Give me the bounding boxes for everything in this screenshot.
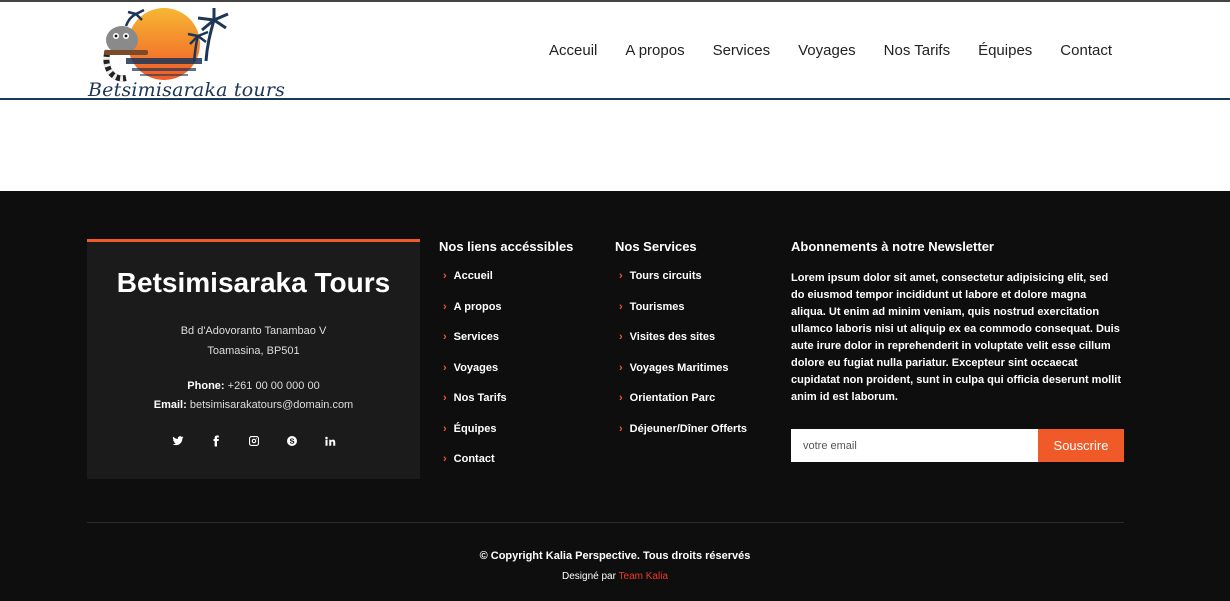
footer-link-label: Accueil xyxy=(453,270,493,282)
credit-author-link[interactable]: Team Kalia xyxy=(619,571,668,582)
chevron-right-icon: › xyxy=(443,453,447,465)
links-title: Nos liens accéssibles xyxy=(439,239,574,254)
chevron-right-icon: › xyxy=(619,422,623,435)
facebook-icon[interactable] xyxy=(208,433,224,449)
footer-link-accueil[interactable]: › Accueil xyxy=(439,269,573,283)
nav-item-contact[interactable]: Contact xyxy=(1046,42,1126,60)
copyright-symbol: © xyxy=(479,550,488,562)
company-address: Bd d'Adovoranto Tanambao V Toamasina, BP… xyxy=(87,321,420,361)
chevron-right-icon: › xyxy=(619,270,623,282)
email-value: betsimisarakatours@domain.com xyxy=(189,399,354,411)
copyright-company: Kalia Perspective xyxy=(545,550,637,562)
chevron-right-icon: › xyxy=(619,331,623,343)
service-link-tours-circuits[interactable]: › Tours circuits xyxy=(615,269,747,283)
footer-link-equipes[interactable]: › Équipes xyxy=(439,422,573,436)
copyright-suffix: . Tous droits réservés xyxy=(636,550,751,562)
nav-item-a-propos[interactable]: A propos xyxy=(611,42,698,60)
chevron-right-icon: › xyxy=(443,392,447,404)
logo-text: Betsimisaraka tours xyxy=(88,79,286,101)
footer-link-label: Nos Tarifs xyxy=(453,392,507,404)
email-row: Email: betsimisarakatours@domain.com xyxy=(87,396,420,415)
copyright: © Copyright Kalia Perspective. Tous droi… xyxy=(0,550,1230,562)
email-label: Email: xyxy=(153,399,187,411)
main-nav: Acceuil A propos Services Voyages Nos Ta… xyxy=(535,42,1126,60)
services-column: Nos Services › Tours circuits › Tourismes … xyxy=(615,239,747,452)
services-list: › Tours circuits › Tourismes › Visites des … xyxy=(615,269,747,436)
footer-link-voyages[interactable]: › Voyages xyxy=(439,361,573,375)
instagram-icon[interactable] xyxy=(246,433,262,449)
newsletter-title: Abonnements à notre Newsletter xyxy=(791,239,994,254)
chevron-right-icon: › xyxy=(443,361,447,374)
footer-link-nos-tarifs[interactable]: › Nos Tarifs xyxy=(439,391,573,405)
linkedin-icon[interactable] xyxy=(322,433,338,449)
nav-item-acceuil[interactable]: Acceuil xyxy=(535,42,611,60)
newsletter-text: Lorem ipsum dolor sit amet, consectetur … xyxy=(791,272,1122,403)
nav-item-equipes[interactable]: Équipes xyxy=(964,42,1046,60)
company-contact: Phone: +261 00 00 000 00 Email: betsimis… xyxy=(87,377,420,415)
phone-row: Phone: +261 00 00 000 00 xyxy=(87,377,420,396)
footer-link-contact[interactable]: › Contact xyxy=(439,452,573,466)
service-link-label: Tours circuits xyxy=(629,270,702,282)
address-line-1: Bd d'Adovoranto Tanambao V xyxy=(180,325,327,337)
address-line-2: Toamasina, BP501 xyxy=(207,345,300,357)
chevron-right-icon: › xyxy=(443,270,447,282)
footer-divider xyxy=(87,522,1124,523)
service-link-label: Voyages Maritimes xyxy=(629,361,729,374)
site-header: Betsimisaraka tours Acceuil A propos Ser… xyxy=(0,2,1230,101)
skype-icon[interactable] xyxy=(284,433,300,449)
service-link-label: Visites des sites xyxy=(629,331,716,343)
accessible-links-column: Nos liens accéssibles › Accueil › A propos… xyxy=(439,239,573,483)
chevron-right-icon: › xyxy=(443,300,447,313)
company-card: Betsimisaraka Tours Bd d'Adovoranto Tana… xyxy=(87,239,420,479)
service-link-visites[interactable]: › Visites des sites xyxy=(615,330,747,344)
service-link-voyages-maritimes[interactable]: › Voyages Maritimes xyxy=(615,361,747,375)
footer-link-label: Contact xyxy=(453,453,495,465)
chevron-right-icon: › xyxy=(619,361,623,374)
service-link-label: Orientation Parc xyxy=(629,392,716,404)
email-input[interactable] xyxy=(791,429,1038,462)
chevron-right-icon: › xyxy=(619,392,623,404)
footer-link-services[interactable]: › Services xyxy=(439,330,573,344)
chevron-right-icon: › xyxy=(619,300,623,313)
newsletter-column: Abonnements à notre Newsletter Lorem ips… xyxy=(791,239,1124,462)
twitter-icon[interactable] xyxy=(170,433,186,449)
service-link-orientation-parc[interactable]: › Orientation Parc xyxy=(615,391,747,405)
service-link-dejeuner[interactable]: › Déjeuner/Dîner Offerts xyxy=(615,422,747,436)
footer-link-label: Voyages xyxy=(453,361,499,374)
company-name: Betsimisaraka Tours xyxy=(116,267,391,298)
subscribe-button[interactable]: Souscrire xyxy=(1038,429,1124,462)
chevron-right-icon: › xyxy=(443,422,447,435)
footer-link-a-propos[interactable]: › A propos xyxy=(439,300,573,314)
designer-credit: Designé par Team Kalia xyxy=(0,571,1230,582)
credit-prefix: Designé par xyxy=(562,571,616,582)
footer-link-label: Services xyxy=(453,331,499,343)
chevron-right-icon: › xyxy=(443,331,447,343)
newsletter-form: Souscrire xyxy=(791,429,1124,462)
services-title: Nos Services xyxy=(615,239,697,254)
copyright-prefix: Copyright xyxy=(490,550,543,562)
links-list: › Accueil › A propos › Services › Voyages › N… xyxy=(439,269,573,466)
nav-item-nos-tarifs[interactable]: Nos Tarifs xyxy=(870,42,964,60)
service-link-label: Déjeuner/Dîner Offerts xyxy=(629,422,748,435)
nav-item-voyages[interactable]: Voyages xyxy=(784,42,870,60)
phone-label: Phone: xyxy=(187,380,225,392)
phone-value: +261 00 00 000 00 xyxy=(227,380,320,392)
footer-link-label: A propos xyxy=(453,300,502,313)
footer-link-label: Équipes xyxy=(453,422,497,435)
service-link-label: Tourismes xyxy=(629,300,685,313)
nav-item-services[interactable]: Services xyxy=(699,42,785,60)
site-footer: Betsimisaraka Tours Bd d'Adovoranto Tana… xyxy=(0,191,1230,601)
social-links xyxy=(87,433,420,449)
service-link-tourismes[interactable]: › Tourismes xyxy=(615,300,747,314)
